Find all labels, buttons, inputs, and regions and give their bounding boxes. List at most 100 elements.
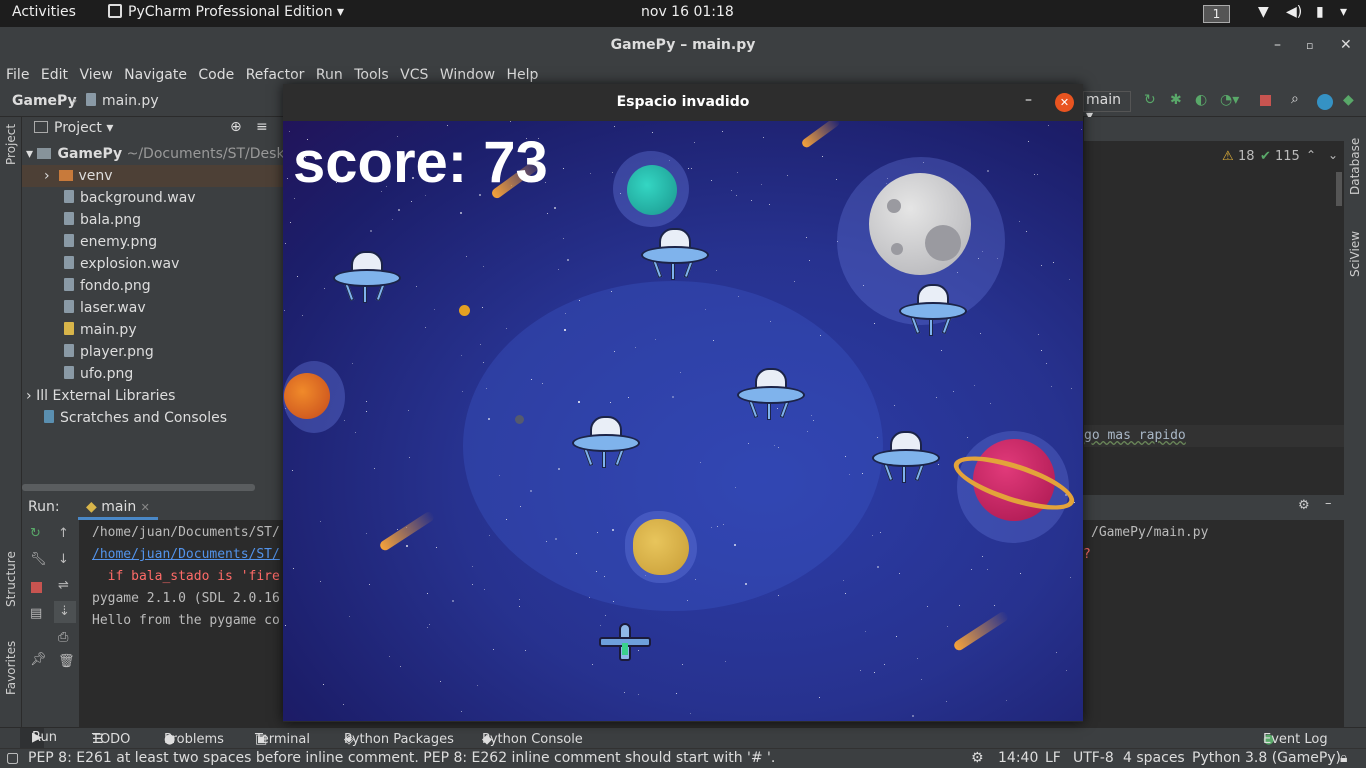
- down-arrow-icon[interactable]: ↓: [58, 552, 69, 567]
- tree-item-laser-wav[interactable]: laser.wav: [64, 297, 146, 319]
- update-icon[interactable]: [1317, 94, 1333, 110]
- soft-wrap-icon[interactable]: ⇌: [58, 578, 69, 593]
- console-link[interactable]: /home/juan/Documents/ST/: [92, 547, 280, 562]
- star: [284, 310, 285, 311]
- tree-item-main-py[interactable]: main.py: [64, 319, 137, 341]
- debug-icon[interactable]: ✱: [1170, 92, 1182, 108]
- ide-logo-icon[interactable]: ◆: [1343, 92, 1354, 108]
- tool-tab-project[interactable]: Project: [4, 124, 18, 165]
- menu-run[interactable]: Run: [316, 64, 343, 86]
- tree-root[interactable]: ▾ GamePy ~/Documents/ST/Desk: [26, 143, 285, 165]
- menu-refactor[interactable]: Refactor: [246, 64, 305, 86]
- stop-icon[interactable]: [1260, 95, 1271, 106]
- game-window[interactable]: Espacio invadido – ✕ score: 73: [283, 84, 1083, 722]
- tree-item-player-png[interactable]: player.png: [64, 341, 154, 363]
- line-separator[interactable]: LF: [1045, 750, 1061, 766]
- status-message[interactable]: PEP 8: E261 at least two spaces before i…: [28, 750, 775, 766]
- menu-file[interactable]: File: [6, 64, 29, 86]
- run-tab-main[interactable]: ◆ main ✕: [78, 495, 158, 520]
- breadcrumb-project[interactable]: GamePy: [12, 93, 77, 109]
- locate-icon[interactable]: ⊕: [230, 119, 242, 135]
- minimize-icon[interactable]: –: [1274, 27, 1281, 64]
- tree-item-venv[interactable]: › venv: [22, 165, 284, 187]
- tool-tab-structure[interactable]: Structure: [4, 551, 18, 607]
- close-tab-icon[interactable]: ✕: [141, 501, 150, 514]
- next-highlight-icon[interactable]: ⌄: [1328, 148, 1338, 162]
- layout-icon[interactable]: ▤: [30, 606, 42, 621]
- profile-icon[interactable]: ◔▾: [1220, 92, 1239, 108]
- tree-item-background-wav[interactable]: background.wav: [64, 187, 196, 209]
- print-icon[interactable]: ⎙: [58, 630, 68, 645]
- breadcrumb-file[interactable]: main.py: [86, 93, 159, 109]
- menu-navigate[interactable]: Navigate: [124, 64, 187, 86]
- tool-tab-favorites[interactable]: Favorites: [4, 641, 18, 695]
- run-config-select[interactable]: main ▾: [1083, 91, 1131, 124]
- menu-code[interactable]: Code: [198, 64, 234, 86]
- menu-tools[interactable]: Tools: [354, 64, 389, 86]
- status-toggle-icon[interactable]: ▢: [6, 750, 19, 766]
- menu-view[interactable]: View: [79, 64, 112, 86]
- tool-tab-database[interactable]: Database: [1348, 138, 1362, 195]
- coverage-icon[interactable]: ◐: [1195, 92, 1207, 108]
- project-view-select[interactable]: Project ▾: [54, 120, 113, 136]
- settings-gear-icon[interactable]: ⚙: [1298, 498, 1310, 513]
- tree-item-scratches[interactable]: Scratches and Consoles: [44, 407, 227, 429]
- prev-highlight-icon[interactable]: ⌃: [1306, 148, 1316, 162]
- menu-edit[interactable]: Edit: [41, 64, 68, 86]
- editor-scrollbar[interactable]: [1336, 172, 1342, 206]
- rerun-icon[interactable]: ↻: [1144, 92, 1156, 108]
- weak-warning-count[interactable]: 115: [1275, 149, 1300, 164]
- battery-icon[interactable]: ▮: [1316, 4, 1324, 20]
- tree-item-bala-png[interactable]: bala.png: [64, 209, 141, 231]
- console-error-line: if bala_stado is 'fire: [92, 569, 280, 584]
- search-icon[interactable]: ⌕: [1291, 91, 1299, 107]
- collapse-all-icon[interactable]: ≡: [256, 119, 268, 135]
- game-window-titlebar[interactable]: Espacio invadido – ✕: [283, 84, 1083, 121]
- menu-vcs[interactable]: VCS: [400, 64, 428, 86]
- star: [794, 281, 795, 282]
- star: [610, 402, 611, 403]
- code-line[interactable]: go mas rapido: [1084, 428, 1186, 443]
- trash-icon[interactable]: 🗑︎: [58, 654, 75, 669]
- wifi-icon[interactable]: ▼: [1258, 4, 1269, 20]
- git-icon[interactable]: ⚙: [971, 750, 984, 766]
- activities-button[interactable]: Activities: [12, 4, 76, 20]
- stop-icon[interactable]: [31, 582, 42, 593]
- up-arrow-icon[interactable]: ↑: [58, 526, 69, 541]
- enemy-ufo: [641, 228, 709, 286]
- app-menu[interactable]: PyCharm Professional Edition ▾: [108, 4, 344, 20]
- wrench-icon[interactable]: 🔧︎: [30, 552, 47, 567]
- star: [843, 580, 844, 581]
- warning-count[interactable]: 18: [1238, 149, 1255, 164]
- python-interpreter[interactable]: Python 3.8 (GamePy): [1192, 750, 1341, 766]
- tool-run-button[interactable]: ▶ Run: [20, 728, 57, 748]
- warning-icon[interactable]: ⚠: [1222, 149, 1234, 164]
- lock-icon[interactable]: 🔒︎: [1340, 750, 1347, 766]
- ufo-leg: [882, 460, 894, 482]
- file-encoding[interactable]: UTF-8: [1073, 750, 1114, 766]
- tool-tab-sciview[interactable]: SciView: [1348, 231, 1362, 277]
- workspace-indicator[interactable]: 1: [1203, 5, 1230, 23]
- horizontal-scrollbar[interactable]: [22, 484, 255, 491]
- close-icon[interactable]: ✕: [1055, 93, 1074, 112]
- maximize-icon[interactable]: ▫: [1306, 27, 1313, 64]
- rerun-icon[interactable]: ↻: [30, 526, 41, 541]
- tree-item-external-libraries[interactable]: › Ill External Libraries: [26, 385, 175, 407]
- menu-help[interactable]: Help: [507, 64, 539, 86]
- menu-window[interactable]: Window: [440, 64, 495, 86]
- close-icon[interactable]: ✕: [1340, 27, 1352, 64]
- tree-item-fondo-png[interactable]: fondo.png: [64, 275, 151, 297]
- system-menu-caret-icon[interactable]: ▾: [1340, 4, 1347, 20]
- hide-panel-icon[interactable]: –: [1325, 496, 1332, 511]
- clock[interactable]: nov 16 01:18: [641, 4, 734, 20]
- game-canvas[interactable]: score: 73: [283, 121, 1083, 721]
- tree-item-ufo-png[interactable]: ufo.png: [64, 363, 133, 385]
- pin-icon[interactable]: 📌︎: [30, 652, 47, 667]
- tree-item-enemy-png[interactable]: enemy.png: [64, 231, 157, 253]
- volume-icon[interactable]: ◀): [1286, 4, 1302, 20]
- tree-item-explosion-wav[interactable]: explosion.wav: [64, 253, 179, 275]
- minimize-icon[interactable]: –: [1025, 82, 1032, 119]
- star: [604, 576, 605, 577]
- indent-setting[interactable]: 4 spaces: [1123, 750, 1185, 766]
- caret-position[interactable]: 14:40: [998, 750, 1038, 766]
